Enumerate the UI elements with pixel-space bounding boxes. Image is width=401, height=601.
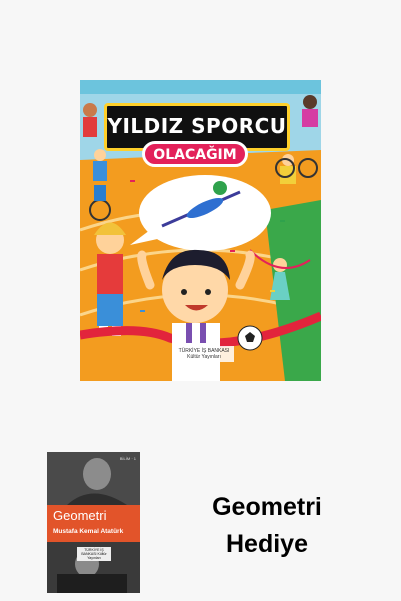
main-book-cover[interactable]: YILDIZ SPORCU OLACAĞIM TÜRKİYE İŞ BANKAS… <box>80 80 321 381</box>
cover-subtitle-badge: OLACAĞIM <box>142 141 248 167</box>
cover-title: YILDIZ SPORCU <box>107 114 287 138</box>
gift-series-label: BİLİM · 1 <box>119 456 136 461</box>
gift-publisher-logo: TÜRKİYE İŞ BANKASI Kültür Yayınları <box>77 547 111 561</box>
cover-subtitle: OLACAĞIM <box>153 147 237 163</box>
gift-caption: Geometri Hediye <box>196 489 338 563</box>
publisher-logo: TÜRKİYE İŞ BANKASI Kültür Yayınları <box>174 346 234 362</box>
gift-caption-line1: Geometri <box>212 493 322 521</box>
gift-caption-line2: Hediye <box>226 530 308 558</box>
gift-book-cover[interactable]: BİLİM · 1 Geometri Mustafa Kemal Atatürk… <box>47 452 140 593</box>
gift-book-title: Geometri <box>53 508 107 523</box>
gift-book-author: Mustafa Kemal Atatürk <box>53 528 124 535</box>
